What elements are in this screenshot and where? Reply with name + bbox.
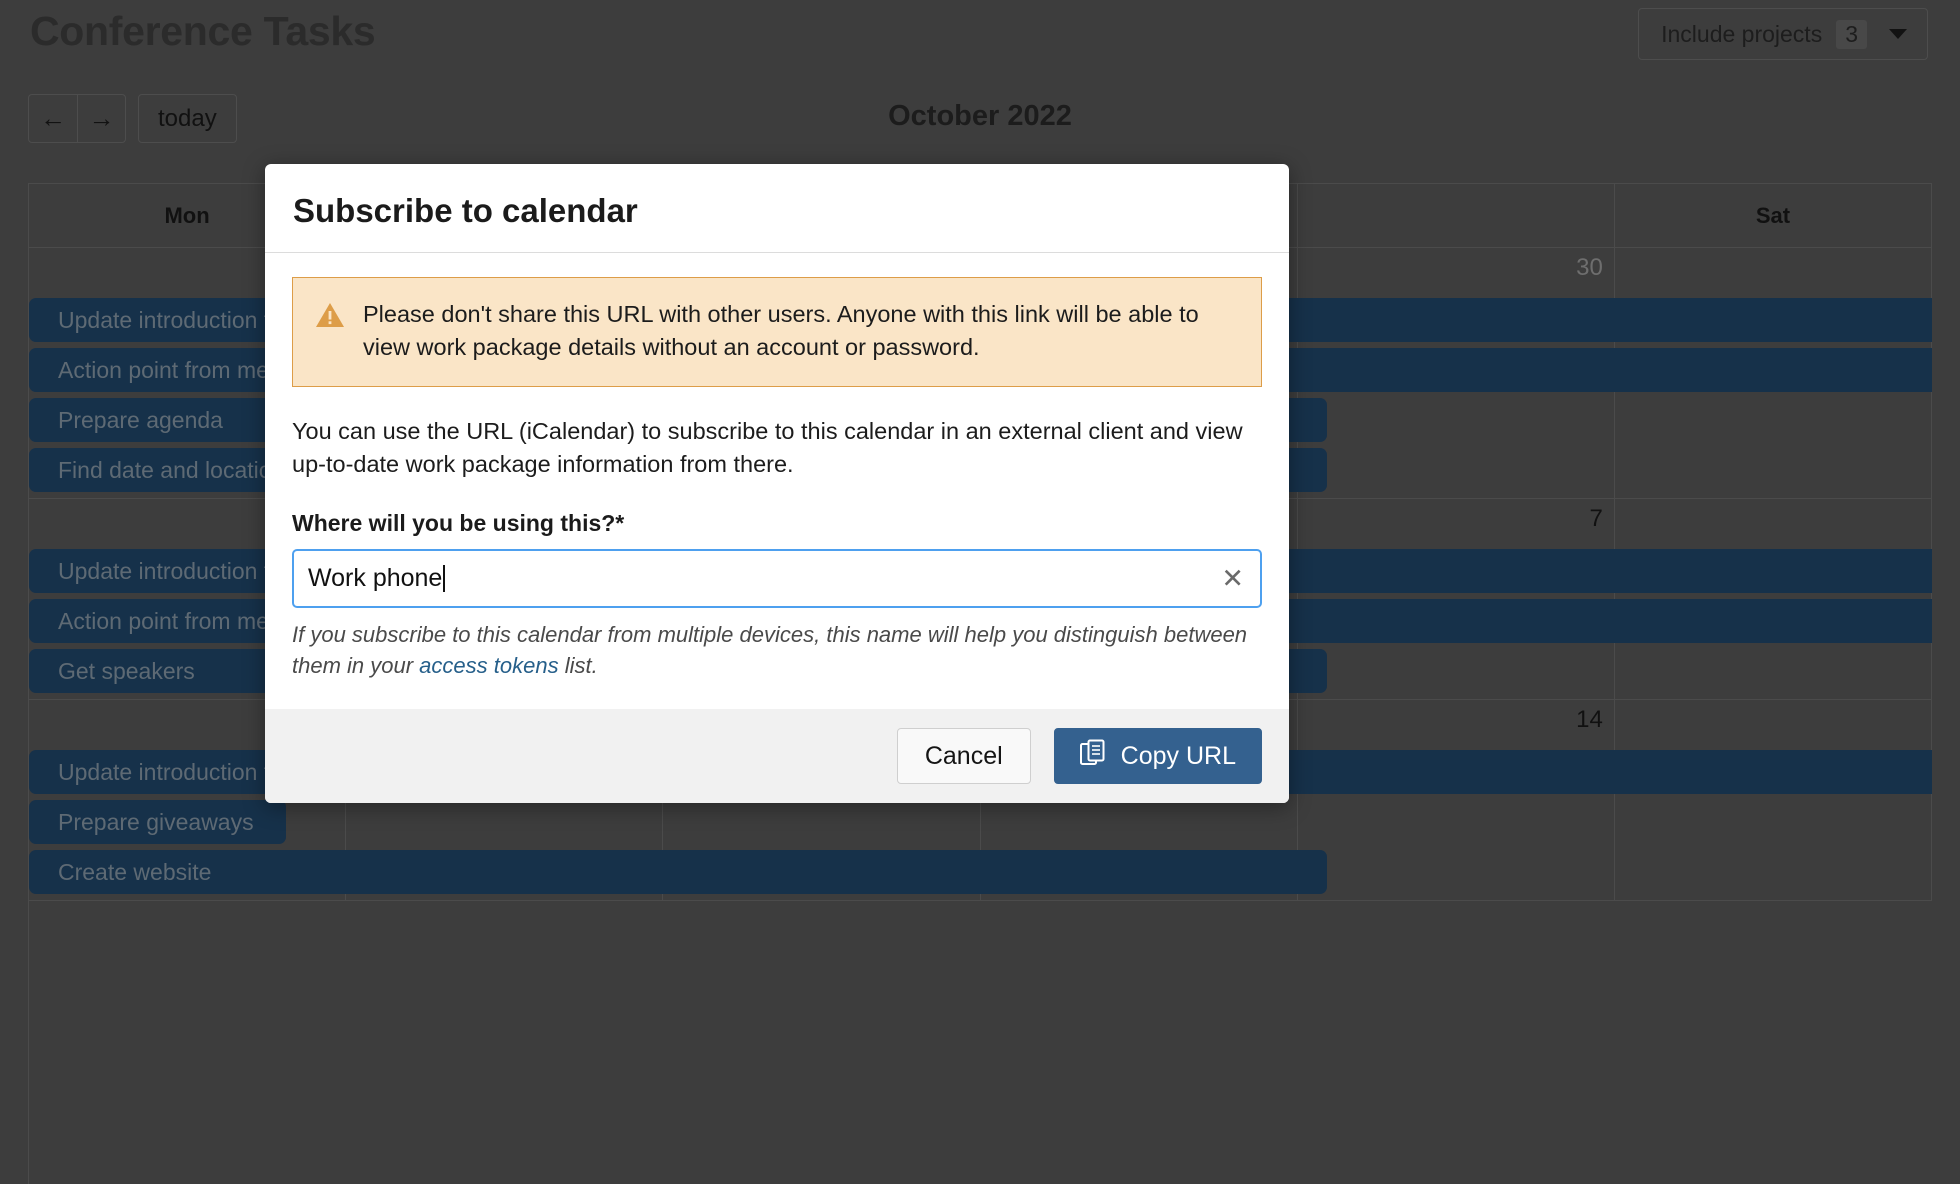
dialog-footer: Cancel Copy URL — [265, 709, 1289, 803]
token-name-value: Work phone — [308, 564, 443, 592]
copy-icon — [1079, 739, 1106, 774]
token-name-label: Where will you be using this?* — [292, 510, 625, 536]
close-icon[interactable]: ✕ — [1221, 565, 1244, 592]
modal-overlay: Subscribe to calendar Please don't share… — [0, 0, 1960, 1184]
access-tokens-link[interactable]: access tokens — [419, 653, 558, 678]
token-name-help: If you subscribe to this calendar from m… — [292, 619, 1262, 681]
warning-alert-text: Please don't share this URL with other u… — [363, 301, 1199, 360]
dialog-description: You can use the URL (iCalendar) to subsc… — [292, 418, 1243, 477]
text-caret — [443, 565, 446, 592]
dialog-title: Subscribe to calendar — [293, 192, 638, 229]
warning-alert: Please don't share this URL with other u… — [292, 277, 1262, 387]
warning-triangle-icon — [315, 302, 345, 364]
copy-url-button[interactable]: Copy URL — [1053, 728, 1262, 784]
subscribe-to-calendar-dialog: Subscribe to calendar Please don't share… — [265, 164, 1289, 803]
copy-url-label: Copy URL — [1120, 741, 1236, 770]
cancel-button[interactable]: Cancel — [896, 728, 1031, 784]
token-name-input[interactable]: Work phone ✕ — [292, 549, 1262, 608]
help-text-after: list. — [558, 653, 598, 678]
dialog-header: Subscribe to calendar — [265, 164, 1289, 253]
dialog-body: Please don't share this URL with other u… — [265, 253, 1289, 709]
